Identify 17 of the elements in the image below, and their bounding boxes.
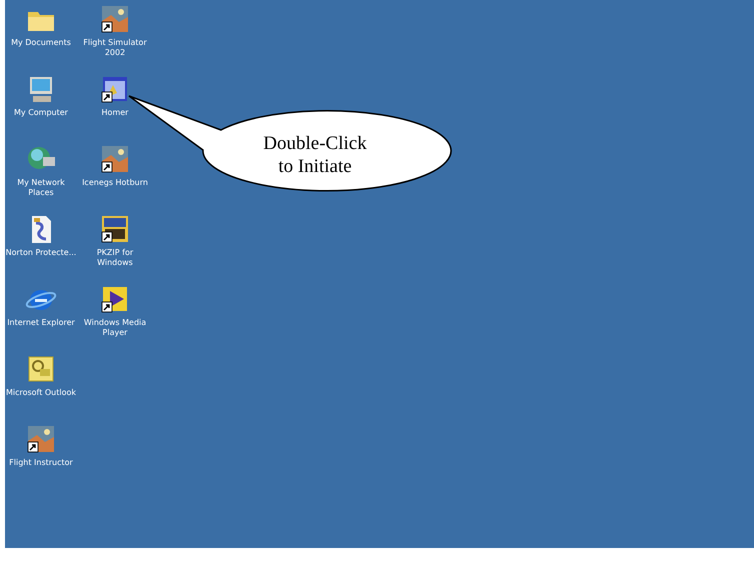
icon-label[interactable]: PKZIP for Windows [79,248,151,268]
picture-icon[interactable] [99,3,131,35]
picture-icon[interactable] [99,143,131,175]
icon-label[interactable]: Microsoft Outlook [6,388,76,398]
icon-label[interactable]: My Documents [11,38,71,48]
icon-label[interactable]: Icenegs Hotburn [82,178,148,188]
icon-label[interactable]: My Computer [14,108,68,118]
icon-label[interactable]: Homer [102,108,128,118]
icon-label[interactable]: Norton Protecte... [6,248,76,258]
archive-icon[interactable] [99,213,131,245]
picture-icon[interactable] [25,423,57,455]
icon-label[interactable]: Internet Explorer [7,318,75,328]
callout-text: Double-Click to Initiate [262,132,368,178]
icon-label[interactable]: Flight Simulator 2002 [79,38,151,58]
icon-label[interactable]: Windows Media Player [79,318,151,338]
icon-label[interactable]: Flight Instructor [9,458,73,468]
icon-label[interactable]: My Network Places [5,178,77,198]
